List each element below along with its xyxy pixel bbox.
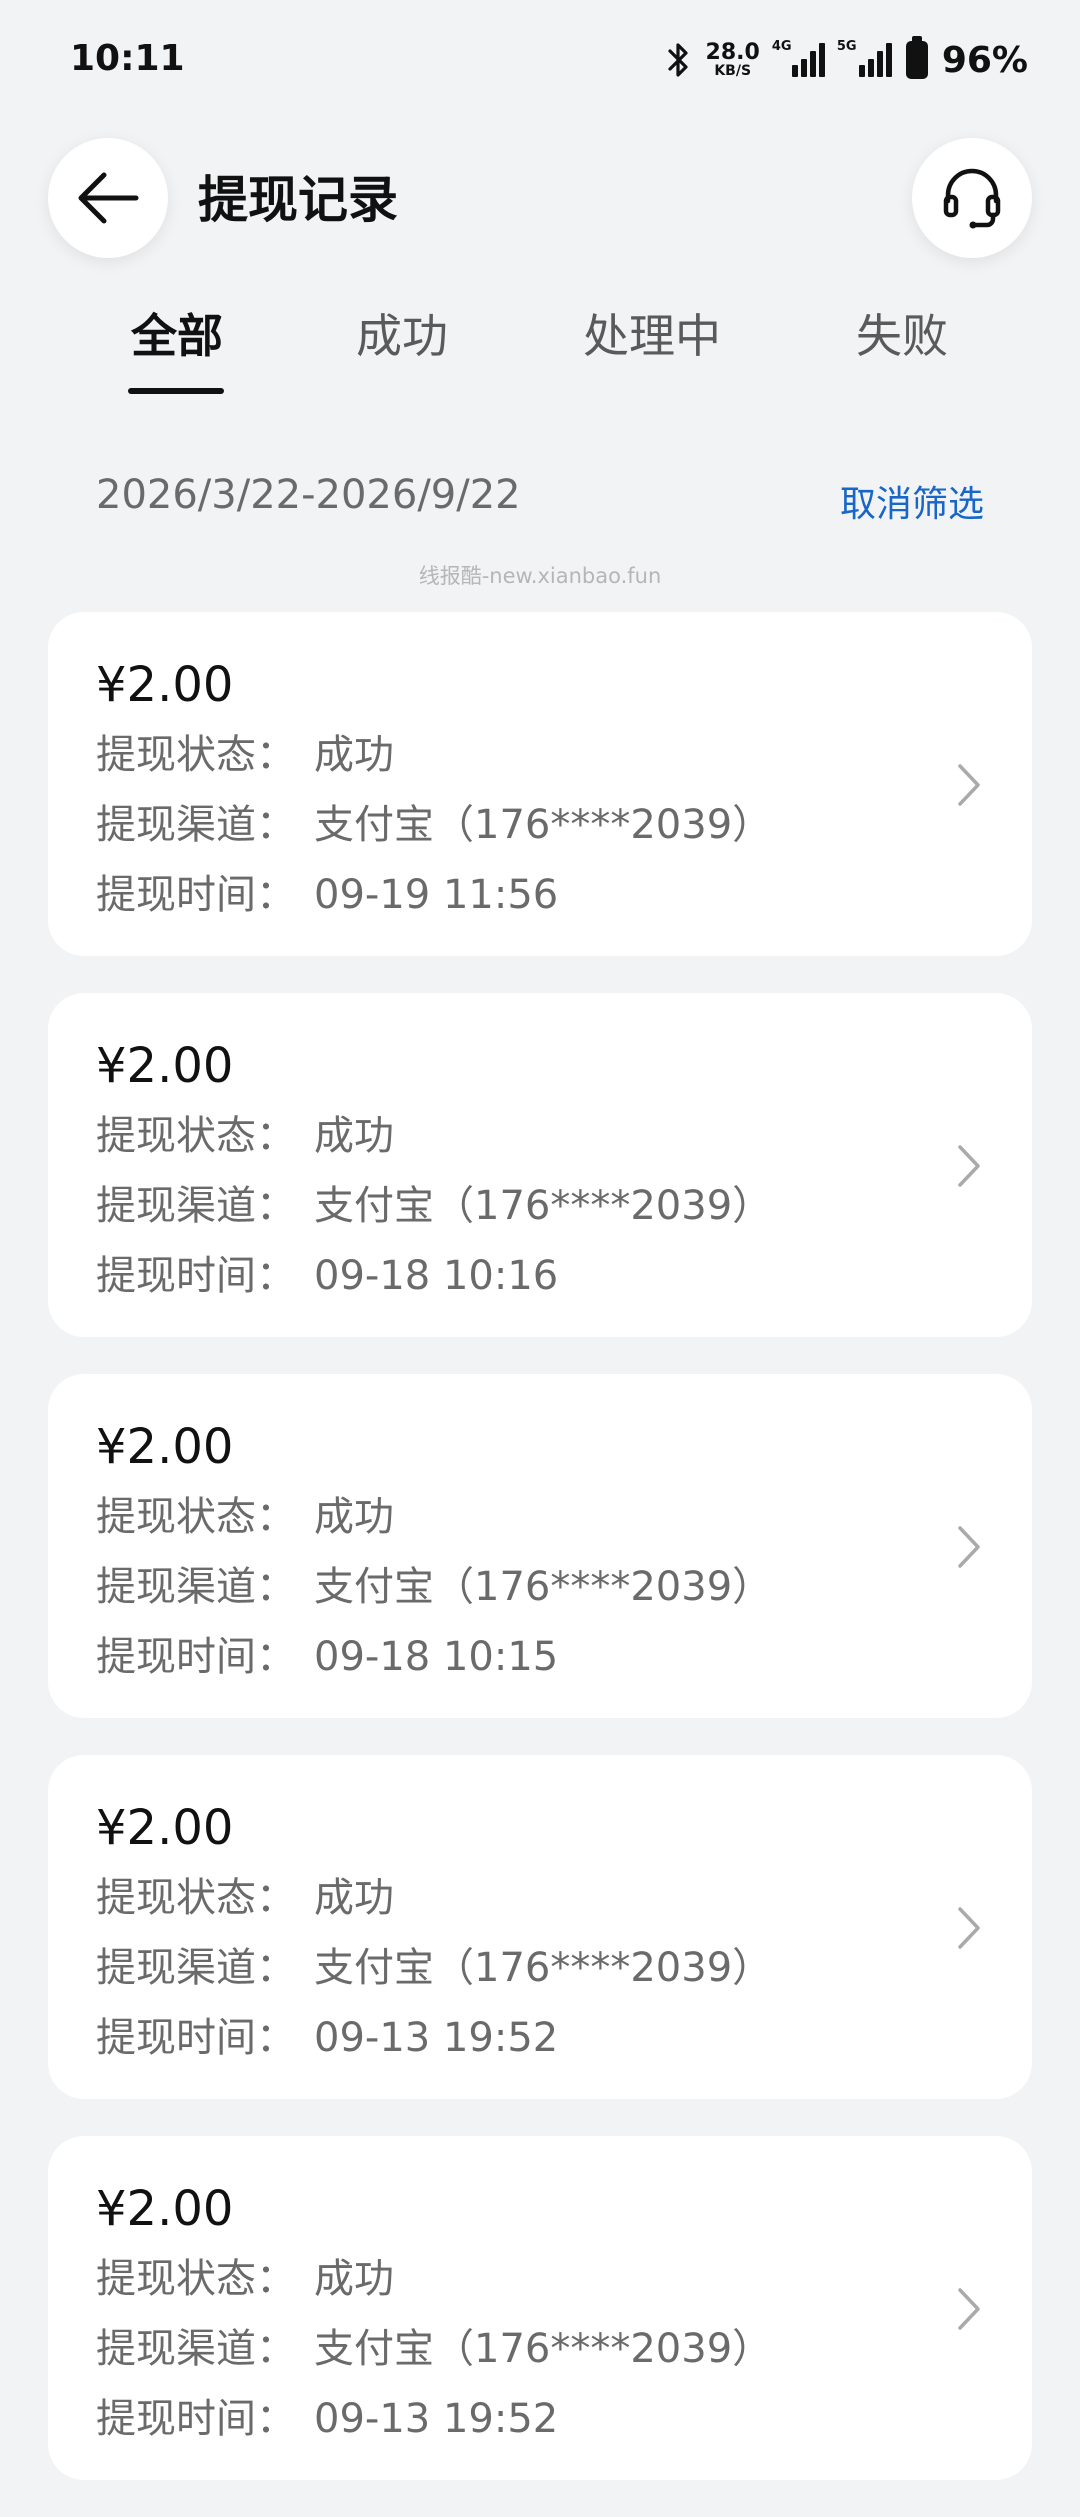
status-icons: 28.0 KB/S 4G 5G 96% xyxy=(666,36,1028,84)
record-status: 成功 xyxy=(314,2256,394,2302)
battery-icon xyxy=(905,36,928,79)
chevron-right-icon xyxy=(958,764,980,806)
arrow-left-icon xyxy=(78,172,139,224)
record-time: 09-19 11:56 xyxy=(314,872,559,918)
record-channel-row: 提现渠道： 支付宝（176****2039） xyxy=(96,1933,1032,2003)
cancel-filter-button[interactable]: 取消筛选 xyxy=(840,475,984,527)
record-status: 成功 xyxy=(314,732,394,778)
record-amount: ¥2.00 xyxy=(96,1038,234,1094)
record-time: 09-18 10:16 xyxy=(314,1253,559,1299)
network-speed: 28.0 KB/S xyxy=(705,40,760,79)
customer-service-button[interactable] xyxy=(912,138,1032,258)
tab-processing[interactable]: 处理中 xyxy=(583,300,721,366)
record-time: 09-18 10:15 xyxy=(314,1634,559,1680)
record-status: 成功 xyxy=(314,1494,394,1540)
record-card[interactable]: ¥2.00 提现状态： 成功 提现渠道： 支付宝（176****2039） 提现时间… xyxy=(48,993,1032,1337)
signal-4g-icon: 4G xyxy=(772,39,825,77)
record-channel: 支付宝（176****2039） xyxy=(314,802,773,848)
record-channel-row: 提现渠道： 支付宝（176****2039） xyxy=(96,2314,1032,2384)
record-card[interactable]: ¥2.00 提现状态： 成功 提现渠道： 支付宝（176****2039） 提现时间… xyxy=(48,2136,1032,2480)
record-card[interactable]: ¥2.00 提现状态： 成功 提现渠道： 支付宝（176****2039） 提现时间… xyxy=(48,1755,1032,2099)
record-channel-row: 提现渠道： 支付宝（176****2039） xyxy=(96,1552,1032,1622)
chevron-right-icon xyxy=(958,1526,980,1568)
page-title: 提现记录 xyxy=(198,171,398,229)
signal-5g-icon: 5G xyxy=(837,39,892,77)
chevron-right-icon xyxy=(958,1907,980,1949)
record-amount: ¥2.00 xyxy=(96,2181,234,2237)
status-tabs: 全部 成功 处理中 失败 xyxy=(0,300,1080,410)
withdrawal-list: ¥2.00 提现状态： 成功 提现渠道： 支付宝（176****2039） 提现时间… xyxy=(48,612,1032,2517)
back-button[interactable] xyxy=(48,138,168,258)
battery-percent: 96% xyxy=(941,39,1028,81)
record-amount: ¥2.00 xyxy=(96,1800,234,1856)
record-amount: ¥2.00 xyxy=(96,1419,234,1475)
record-channel: 支付宝（176****2039） xyxy=(314,1564,773,1610)
record-card[interactable]: ¥2.00 提现状态： 成功 提现渠道： 支付宝（176****2039） 提现时间… xyxy=(48,612,1032,956)
record-status-row: 提现状态： 成功 xyxy=(96,1863,1032,1933)
record-status-row: 提现状态： 成功 xyxy=(96,720,1032,790)
chevron-right-icon xyxy=(958,1145,980,1187)
record-time-row: 提现时间： 09-13 19:52 xyxy=(96,2003,1032,2073)
record-time-row: 提现时间： 09-18 10:16 xyxy=(96,1241,1032,1311)
active-tab-indicator xyxy=(128,388,224,394)
record-channel-row: 提现渠道： 支付宝（176****2039） xyxy=(96,1171,1032,1241)
record-time-row: 提现时间： 09-19 11:56 xyxy=(96,860,1032,930)
record-channel: 支付宝（176****2039） xyxy=(314,2326,773,2372)
tab-failed[interactable]: 失败 xyxy=(856,300,948,366)
record-time: 09-13 19:52 xyxy=(314,2396,559,2442)
record-time-row: 提现时间： 09-18 10:15 xyxy=(96,1622,1032,1692)
bluetooth-icon xyxy=(667,43,688,77)
record-channel: 支付宝（176****2039） xyxy=(314,1945,773,1991)
record-status-row: 提现状态： 成功 xyxy=(96,1482,1032,1552)
record-amount: ¥2.00 xyxy=(96,657,234,713)
tab-all[interactable]: 全部 xyxy=(131,300,223,366)
record-channel-row: 提现渠道： 支付宝（176****2039） xyxy=(96,790,1032,860)
headset-icon xyxy=(943,168,1001,229)
record-channel: 支付宝（176****2039） xyxy=(314,1183,773,1229)
record-card[interactable]: ¥2.00 提现状态： 成功 提现渠道： 支付宝（176****2039） 提现时间… xyxy=(48,1374,1032,1718)
status-time: 10:11 xyxy=(70,38,185,79)
record-status: 成功 xyxy=(314,1875,394,1921)
status-bar: 10:11 28.0 KB/S 4G 5G 96% xyxy=(0,0,1080,120)
record-time-row: 提现时间： 09-13 19:52 xyxy=(96,2384,1032,2454)
date-range[interactable]: 2026/3/22-2026/9/22 xyxy=(96,472,521,518)
record-time: 09-13 19:52 xyxy=(314,2015,559,2061)
record-status: 成功 xyxy=(314,1113,394,1159)
tab-success[interactable]: 成功 xyxy=(356,300,448,366)
record-status-row: 提现状态： 成功 xyxy=(96,1101,1032,1171)
watermark: 线报酷-new.xianbao.fun xyxy=(418,564,662,588)
chevron-right-icon xyxy=(958,2288,980,2330)
record-status-row: 提现状态： 成功 xyxy=(96,2244,1032,2314)
